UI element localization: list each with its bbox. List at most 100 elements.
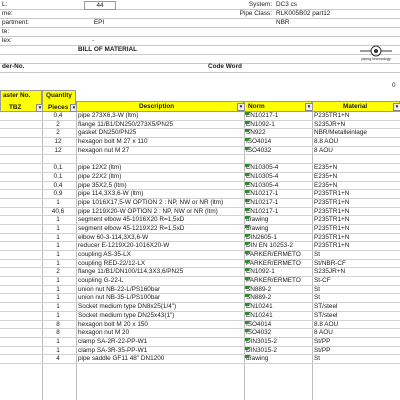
pieces-cell[interactable]: 8 xyxy=(42,321,74,329)
pieces-cell[interactable]: 2 xyxy=(42,121,74,129)
material-cell[interactable]: St/NBR-CF xyxy=(314,260,400,268)
norm-cell[interactable]: PARKER/ERMETO xyxy=(246,260,312,268)
material-cell[interactable]: St-CF xyxy=(314,277,400,285)
material-cell[interactable]: P235TR1+N xyxy=(314,216,400,224)
table-row[interactable]: 1 elbow 60-3-114,3X3,6-W DIN2605-1 P235TR1+… xyxy=(0,233,400,243)
norm-cell[interactable]: EN10305-4 xyxy=(246,173,312,181)
description-cell[interactable]: coupling AS-35-LX xyxy=(78,251,244,259)
material-cell[interactable]: St xyxy=(314,286,400,294)
table-row[interactable]: 1 coupling G-22-L PARKER/ERMETO St-CF xyxy=(0,277,400,286)
norm-cell[interactable]: EN10305-4 xyxy=(246,164,312,172)
norm-cell[interactable]: drawing xyxy=(246,355,312,363)
norm-cell[interactable]: EN10217-1 xyxy=(246,112,312,120)
pieces-cell[interactable]: 0,1 xyxy=(42,164,74,172)
description-cell[interactable]: clamp SA-3R-35-PP-W1 xyxy=(78,347,244,355)
description-cell[interactable]: hexagon bolt M 20 x 150 xyxy=(78,321,244,329)
table-row[interactable]: 1 segment elbow 45-1219X22 R=1,5xD drawing… xyxy=(0,224,400,234)
material-cell[interactable]: 8.8 AOU xyxy=(314,138,400,146)
description-cell[interactable]: pipe 273X6,3-W (ltm) xyxy=(78,112,244,120)
description-cell[interactable]: Socket medium type DN8x25(1/4") xyxy=(78,303,244,311)
description-cell[interactable]: pipe 1219X20-W OPTION 2 : NP, NW or NR (… xyxy=(78,208,244,216)
norm-cell[interactable]: drawing xyxy=(246,216,312,224)
description-cell[interactable]: hexagon nut M 27 xyxy=(78,147,244,155)
pieces-cell[interactable]: 0,4 xyxy=(42,112,74,120)
norm-cell[interactable]: EN10305-4 xyxy=(246,182,312,190)
material-cell[interactable]: E235+N xyxy=(314,164,400,172)
table-row[interactable]: 1 coupling AS-35-LX PARKER/ERMETO St xyxy=(0,251,400,260)
table-row[interactable]: 4 pipe saddle GF11 48" DN1200 drawing St xyxy=(0,355,400,364)
norm-cell[interactable]: SN889-2 xyxy=(246,286,312,294)
table-row[interactable]: 8 hexagon nut M 20 ISO4032 8 AOU xyxy=(0,329,400,338)
material-cell[interactable]: E235+N xyxy=(314,182,400,190)
description-cell[interactable]: pipe 114,3X3,6-W (ltm) xyxy=(78,190,244,198)
table-row[interactable]: 1 clamp SA-3R-35-PP-W1 DIN3015-2 St/PP xyxy=(0,346,400,356)
header-value-department[interactable]: EPI xyxy=(84,19,114,26)
pieces-cell[interactable]: 1 xyxy=(42,312,74,320)
description-cell[interactable]: segment elbow 45-1219X22 R=1,5xD xyxy=(78,225,244,233)
pieces-cell[interactable]: 4 xyxy=(42,355,74,363)
table-row[interactable]: 1 pipe 1016X17,5-W OPTION 2 : NP, NW or N… xyxy=(0,198,400,208)
material-cell[interactable]: St xyxy=(314,294,400,302)
pieces-cell[interactable]: 0,1 xyxy=(42,173,74,181)
description-cell[interactable]: pipe 12X2 (ltm) xyxy=(78,164,244,172)
norm-cell[interactable]: EN10241 xyxy=(246,303,312,311)
table-row[interactable]: 0,4 pipe 35X2,5 (ltm) EN10305-4 E235+N xyxy=(0,181,400,191)
norm-cell[interactable]: PARKER/ERMETO xyxy=(246,251,312,259)
material-cell[interactable]: P235TR1+N xyxy=(314,234,400,242)
table-row[interactable]: 12 hexagon bolt M 27 x 110 ISO4014 8.8 AOU xyxy=(0,138,400,147)
pieces-cell[interactable]: 0,9 xyxy=(42,190,74,198)
norm-cell[interactable]: drawing xyxy=(246,225,312,233)
table-row[interactable]: 12 hexagon nut M 27 ISO4032 8 AOU xyxy=(0,146,400,156)
description-cell[interactable]: hexagon bolt M 27 x 110 xyxy=(78,138,244,146)
norm-cell[interactable]: SN889-2 xyxy=(246,294,312,302)
material-cell[interactable]: NBR/Metalleinlage xyxy=(314,129,400,137)
table-row[interactable]: 2 flange 11/B1/DN250/273X5/PN25 EN1092-1 S2… xyxy=(0,120,400,130)
description-cell[interactable]: pipe 1016X17,5-W OPTION 2 : NP, NW or NR… xyxy=(78,199,244,207)
pieces-cell[interactable]: 1 xyxy=(42,294,74,302)
norm-cell[interactable]: DIN3015-2 xyxy=(246,338,312,346)
norm-cell[interactable]: EN1092-1 xyxy=(246,268,312,276)
pieces-cell[interactable]: 1 xyxy=(42,225,74,233)
description-cell[interactable]: pipe 35X2,5 (ltm) xyxy=(78,182,244,190)
norm-cell[interactable]: EN10217-1 xyxy=(246,208,312,216)
description-cell[interactable]: segment elbow 45-1016X20 R=1,5xD xyxy=(78,216,244,224)
norm-cell[interactable]: DIN EN 10253-2 xyxy=(246,242,312,250)
pieces-cell[interactable]: 1 xyxy=(42,260,74,268)
pieces-cell[interactable]: 2 xyxy=(42,268,74,276)
material-cell[interactable]: 8 AOU xyxy=(314,147,400,155)
description-cell[interactable]: coupling G-22-L xyxy=(78,277,244,285)
pieces-cell[interactable]: 0,4 xyxy=(42,182,74,190)
description-cell[interactable]: reducer E-1219X20-1016X20-W xyxy=(78,242,244,250)
material-cell[interactable]: P235TR1+N xyxy=(314,208,400,216)
nbr-value[interactable]: NBR xyxy=(276,19,290,26)
norm-cell[interactable]: ISO4032 xyxy=(246,329,312,337)
table-row[interactable]: 2 flange 11/B1/DN100/114,3X3,6/PN25 EN1092… xyxy=(0,268,400,278)
norm-cell[interactable]: ISO4014 xyxy=(246,321,312,329)
table-row[interactable]: 0,9 pipe 114,3X3,6-W (ltm) EN10217-1 P235TR… xyxy=(0,190,400,199)
material-cell[interactable]: St xyxy=(314,251,400,259)
description-cell[interactable]: pipe saddle GF11 48" DN1200 xyxy=(78,355,244,363)
table-row[interactable]: 1 Socket medium type DN25x43(1") EN10241 ST… xyxy=(0,311,400,321)
system-value[interactable]: DC3 cs xyxy=(276,1,297,8)
table-row[interactable]: 1 Socket medium type DN8x25(1/4") EN10241 S… xyxy=(0,303,400,312)
table-row[interactable] xyxy=(0,155,400,165)
pieces-cell[interactable]: 40,6 xyxy=(42,208,74,216)
pieces-cell[interactable]: 2 xyxy=(42,129,74,137)
material-cell[interactable]: P235TR1+N xyxy=(314,199,400,207)
material-cell[interactable]: St/PP xyxy=(314,347,400,355)
norm-cell[interactable]: ISO4014 xyxy=(246,138,312,146)
material-cell[interactable]: P235TR1+N xyxy=(314,112,400,120)
pieces-cell[interactable]: 1 xyxy=(42,251,74,259)
norm-cell[interactable]: DIN3015-2 xyxy=(246,347,312,355)
description-cell[interactable]: pipe 22X2 (ltm) xyxy=(78,173,244,181)
table-row[interactable]: 1 union nut NB-22-L/PS160bar SN889-2 St xyxy=(0,285,400,295)
norm-cell[interactable]: EN10241 xyxy=(246,312,312,320)
header-value-l[interactable]: 44 xyxy=(84,1,116,10)
pieces-cell[interactable]: 1 xyxy=(42,234,74,242)
description-cell[interactable]: flange 11/B1/DN250/273X5/PN25 xyxy=(78,121,244,129)
description-cell[interactable]: flange 11/B1/DN100/114,3X3,6/PN25 xyxy=(78,268,244,276)
norm-cell[interactable]: EN10217-1 xyxy=(246,190,312,198)
table-row[interactable]: 1 union nut NB-35-L/PS100bar SN889-2 St xyxy=(0,294,400,304)
material-cell[interactable]: 8.8 AOU xyxy=(314,321,400,329)
table-row[interactable]: 1 coupling RED-22/12-LX PARKER/ERMETO St/NB… xyxy=(0,259,400,269)
